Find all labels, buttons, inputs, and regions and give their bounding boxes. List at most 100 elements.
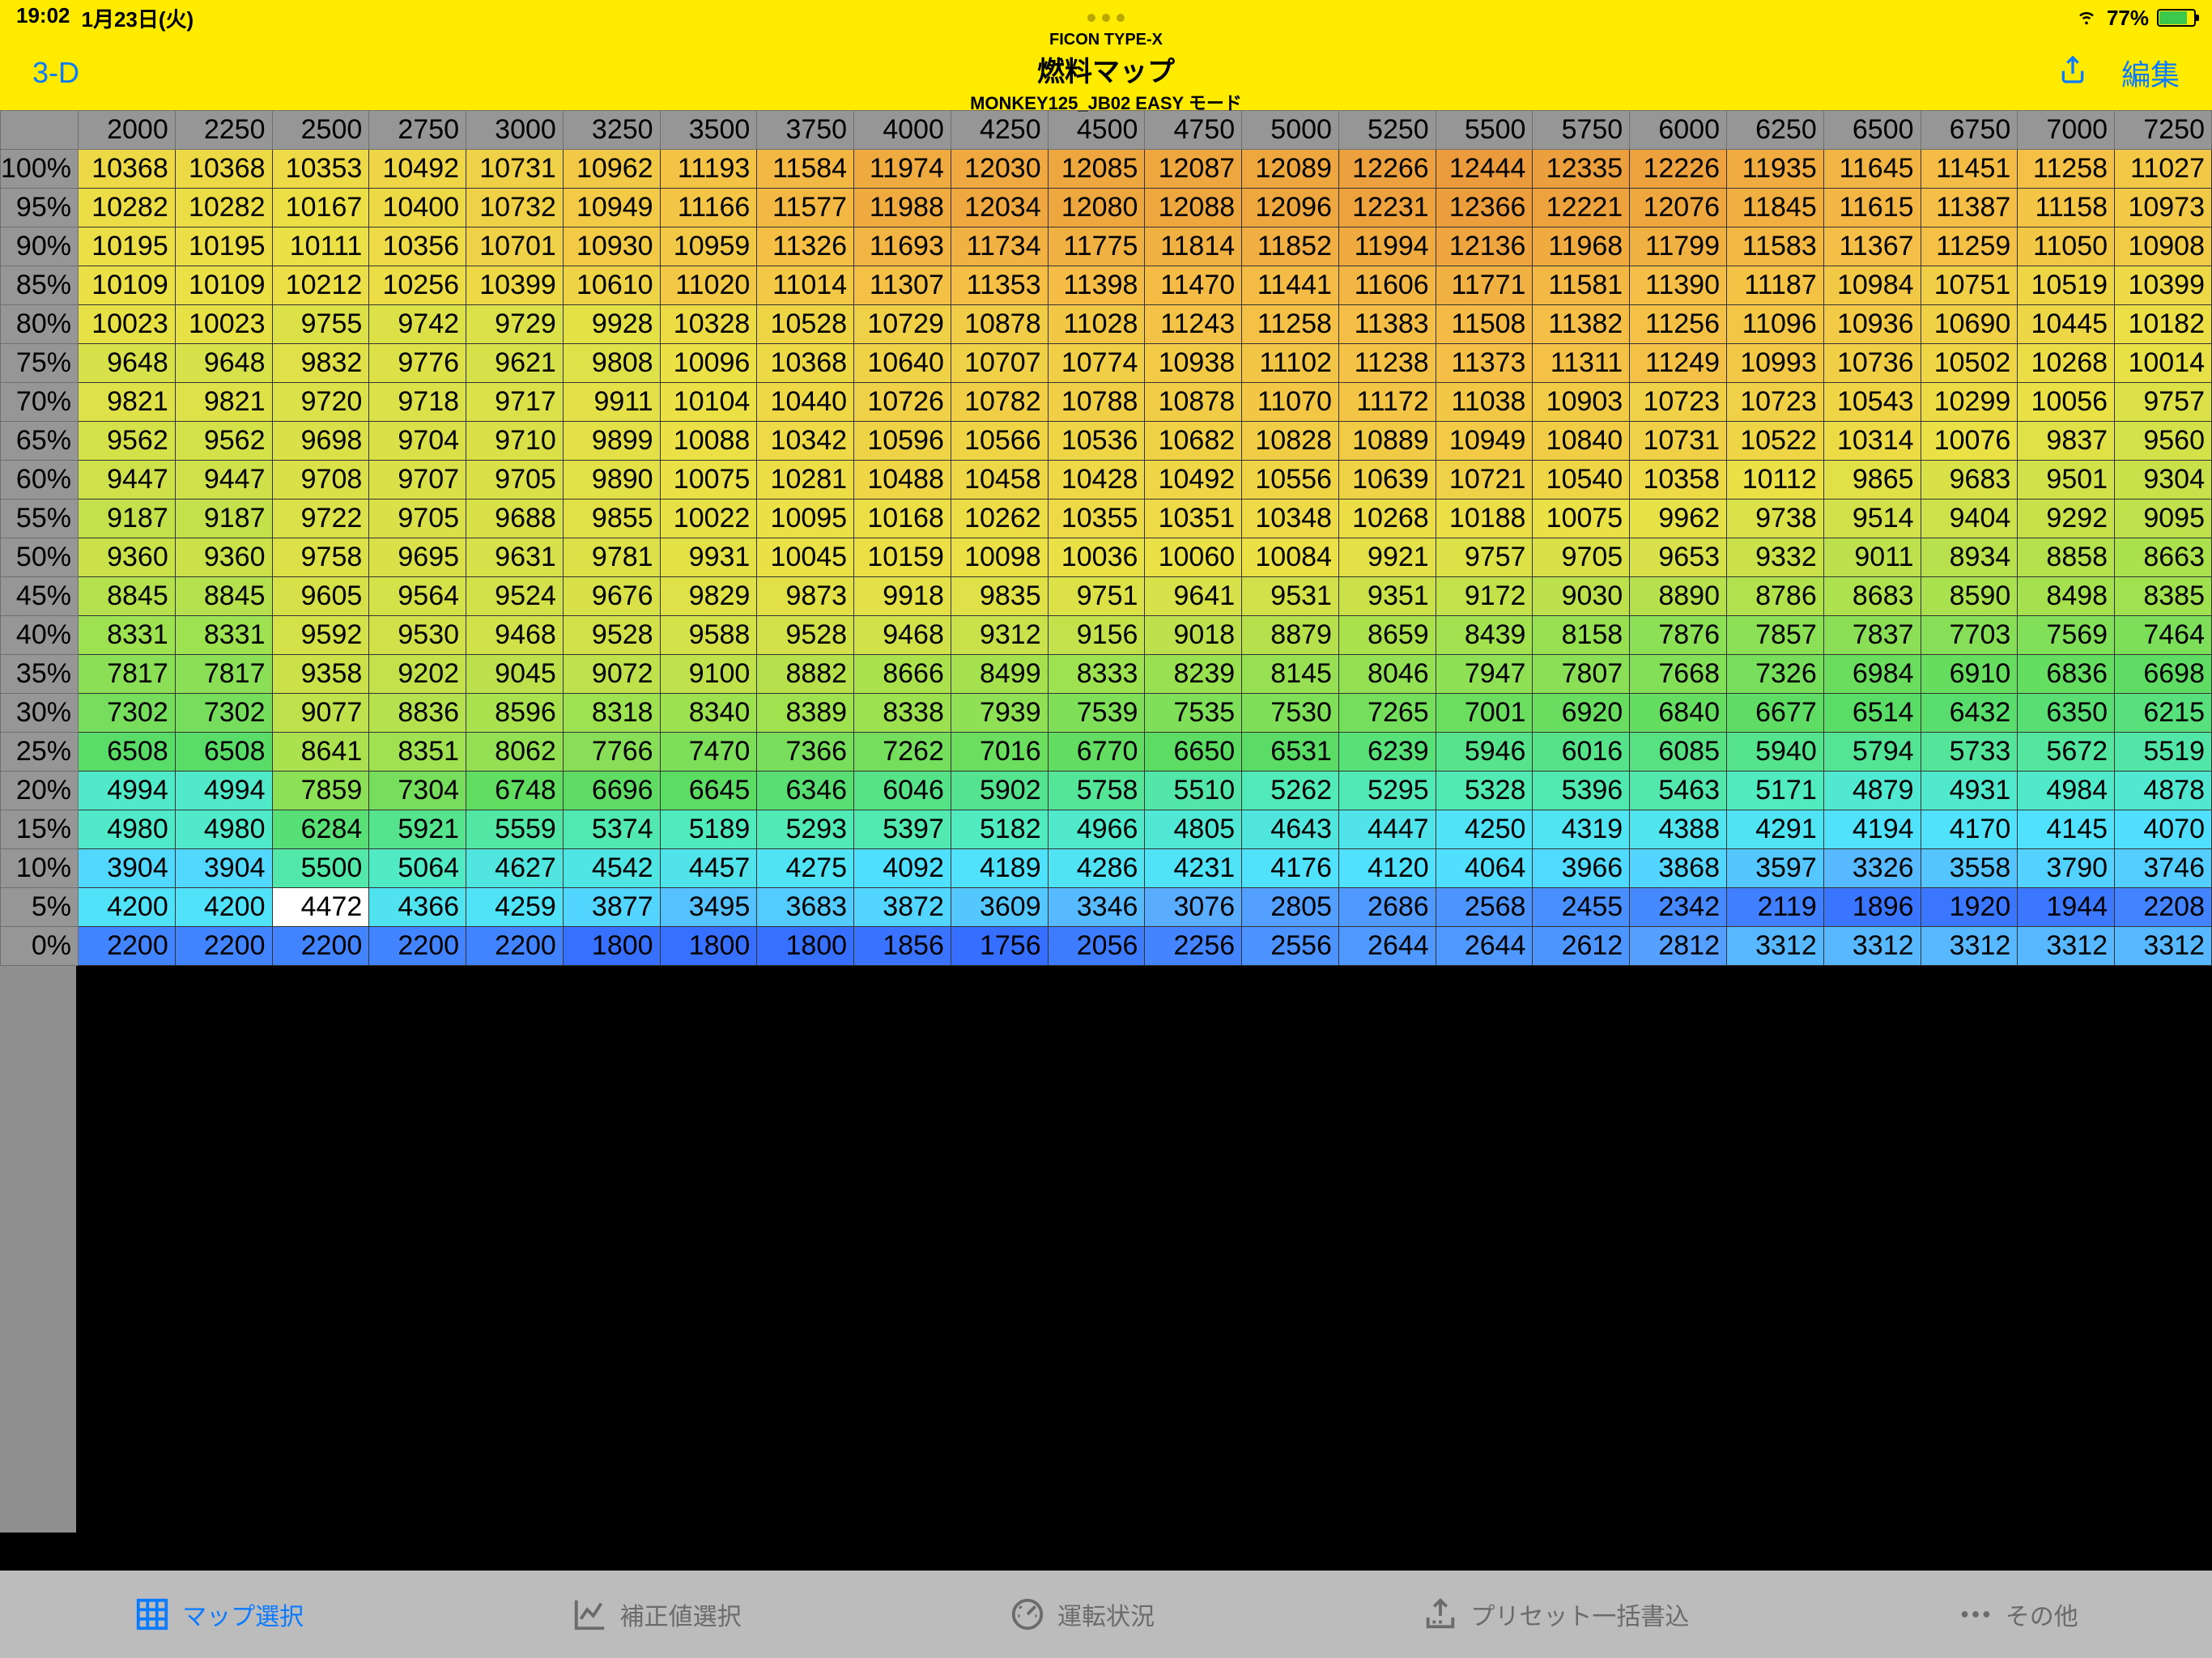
fuel-cell[interactable]: 10731 (466, 150, 564, 189)
fuel-cell[interactable]: 9564 (369, 577, 466, 616)
fuel-cell[interactable]: 9156 (1048, 616, 1145, 655)
fuel-cell[interactable]: 9621 (466, 344, 564, 383)
fuel-cell[interactable]: 10949 (563, 189, 660, 227)
fuel-cell[interactable]: 10458 (951, 461, 1048, 500)
col-header[interactable]: 4250 (951, 111, 1048, 150)
fuel-cell[interactable]: 9292 (2018, 500, 2115, 538)
fuel-cell[interactable]: 10938 (1145, 344, 1242, 383)
fuel-cell[interactable]: 8845 (175, 577, 272, 616)
fuel-cell[interactable]: 10878 (951, 305, 1048, 344)
fuel-cell[interactable]: 11814 (1145, 227, 1242, 266)
fuel-cell[interactable]: 4145 (2018, 810, 2115, 849)
fuel-cell[interactable]: 12335 (1533, 150, 1630, 189)
fuel-cell[interactable]: 9695 (369, 538, 466, 577)
fuel-cell[interactable]: 6910 (1921, 655, 2018, 694)
fuel-cell[interactable]: 7807 (1533, 655, 1630, 694)
row-header[interactable]: 45% (1, 577, 79, 616)
fuel-cell[interactable]: 10400 (369, 189, 466, 227)
fuel-cell[interactable]: 10936 (1823, 305, 1921, 344)
fuel-cell[interactable]: 4980 (78, 810, 175, 849)
fuel-cell[interactable]: 9332 (1726, 538, 1823, 577)
fuel-cell[interactable]: 10060 (1145, 538, 1242, 577)
fuel-cell[interactable]: 6696 (563, 772, 660, 810)
row-header[interactable]: 70% (1, 383, 79, 422)
fuel-cell[interactable]: 4366 (369, 888, 466, 927)
fuel-cell[interactable]: 11238 (1338, 344, 1436, 383)
fuel-cell[interactable]: 9738 (1726, 500, 1823, 538)
fuel-cell[interactable]: 10088 (660, 422, 757, 461)
fuel-cell[interactable]: 7326 (1726, 655, 1823, 694)
fuel-cell[interactable]: 9855 (563, 500, 660, 538)
fuel-cell[interactable]: 8845 (78, 577, 175, 616)
fuel-cell[interactable]: 10543 (1823, 383, 1921, 422)
fuel-cell[interactable]: 8683 (1823, 577, 1921, 616)
fuel-cell[interactable]: 12096 (1242, 189, 1339, 227)
fuel-cell[interactable]: 10751 (1921, 266, 2018, 305)
fuel-cell[interactable]: 6531 (1242, 733, 1339, 772)
fuel-cell[interactable]: 10640 (854, 344, 951, 383)
fuel-cell[interactable]: 6350 (2018, 694, 2115, 733)
fuel-cell[interactable]: 6984 (1823, 655, 1921, 694)
fuel-cell[interactable]: 4291 (1726, 810, 1823, 849)
fuel-cell[interactable]: 9045 (466, 655, 564, 694)
row-header[interactable]: 10% (1, 849, 79, 888)
fuel-map-table[interactable]: 2000225025002750300032503500375040004250… (0, 110, 2212, 966)
fuel-cell[interactable]: 1896 (1823, 888, 1921, 927)
fuel-cell[interactable]: 10428 (1048, 461, 1145, 500)
fuel-cell[interactable]: 11577 (757, 189, 854, 227)
fuel-cell[interactable]: 11693 (854, 227, 951, 266)
fuel-cell[interactable]: 7262 (854, 733, 951, 772)
fuel-cell[interactable]: 8890 (1630, 577, 1727, 616)
fuel-cell[interactable]: 12136 (1436, 227, 1533, 266)
fuel-cell[interactable]: 12221 (1533, 189, 1630, 227)
fuel-cell[interactable]: 8385 (2115, 577, 2212, 616)
fuel-cell[interactable]: 3312 (1921, 927, 2018, 966)
fuel-cell[interactable]: 8046 (1338, 655, 1436, 694)
fuel-cell[interactable]: 5672 (2018, 733, 2115, 772)
fuel-cell[interactable]: 2556 (1242, 927, 1339, 966)
fuel-cell[interactable]: 7859 (272, 772, 369, 810)
fuel-cell[interactable]: 4200 (78, 888, 175, 927)
row-header[interactable]: 30% (1, 694, 79, 733)
fuel-cell[interactable]: 6698 (2115, 655, 2212, 694)
fuel-cell[interactable]: 10729 (854, 305, 951, 344)
row-header[interactable]: 100% (1, 150, 79, 189)
fuel-cell[interactable]: 3312 (2115, 927, 2212, 966)
fuel-cell[interactable]: 9187 (78, 500, 175, 538)
fuel-cell[interactable]: 9528 (563, 616, 660, 655)
fuel-cell[interactable]: 7857 (1726, 616, 1823, 655)
fuel-cell[interactable]: 8145 (1242, 655, 1339, 694)
fuel-cell[interactable]: 9447 (175, 461, 272, 500)
fuel-cell[interactable]: 11158 (2018, 189, 2115, 227)
fuel-cell[interactable]: 8590 (1921, 577, 2018, 616)
fuel-cell[interactable]: 9921 (1338, 538, 1436, 577)
fuel-cell[interactable]: 1944 (2018, 888, 2115, 927)
fuel-cell[interactable]: 2644 (1338, 927, 1436, 966)
fuel-cell[interactable]: 5295 (1338, 772, 1436, 810)
fuel-cell[interactable]: 9722 (272, 500, 369, 538)
fuel-cell[interactable]: 10522 (1726, 422, 1823, 461)
fuel-cell[interactable]: 6836 (2018, 655, 2115, 694)
fuel-cell[interactable]: 9708 (272, 461, 369, 500)
fuel-cell[interactable]: 8331 (175, 616, 272, 655)
fuel-cell[interactable]: 6508 (78, 733, 175, 772)
fuel-cell[interactable]: 10993 (1726, 344, 1823, 383)
fuel-cell[interactable]: 4472 (272, 888, 369, 927)
fuel-cell[interactable]: 10045 (757, 538, 854, 577)
fuel-cell[interactable]: 5500 (272, 849, 369, 888)
fuel-cell[interactable]: 10732 (466, 189, 564, 227)
fuel-cell[interactable]: 3966 (1533, 849, 1630, 888)
fuel-cell[interactable]: 10973 (2115, 189, 2212, 227)
fuel-cell[interactable]: 9187 (175, 500, 272, 538)
fuel-cell[interactable]: 8239 (1145, 655, 1242, 694)
col-header[interactable]: 3500 (660, 111, 757, 150)
fuel-cell[interactable]: 9605 (272, 577, 369, 616)
fuel-cell[interactable]: 3076 (1145, 888, 1242, 927)
col-header[interactable]: 3750 (757, 111, 854, 150)
fuel-cell[interactable]: 12366 (1436, 189, 1533, 227)
fuel-cell[interactable]: 10036 (1048, 538, 1145, 577)
fuel-cell[interactable]: 9717 (466, 383, 564, 422)
fuel-cell[interactable]: 9755 (272, 305, 369, 344)
fuel-cell[interactable]: 11102 (1242, 344, 1339, 383)
fuel-cell[interactable]: 7703 (1921, 616, 2018, 655)
